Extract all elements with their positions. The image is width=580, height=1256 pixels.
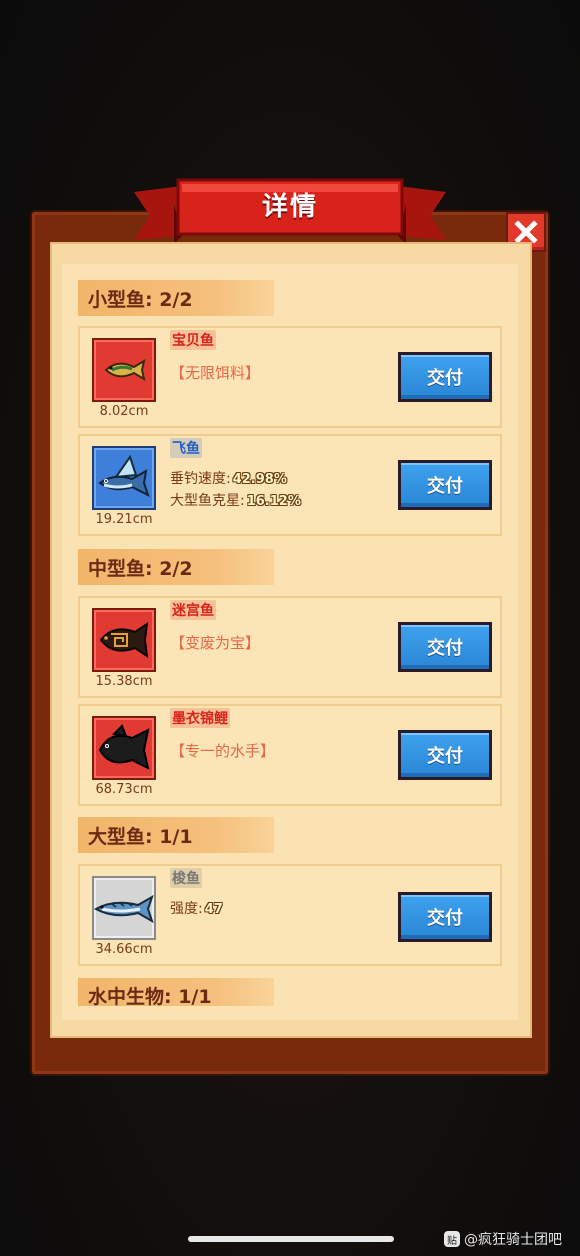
- tieba-icon: 贴: [444, 1231, 460, 1247]
- deliver-button[interactable]: 交付: [398, 730, 492, 780]
- black-carp-icon: [98, 724, 150, 770]
- fish-name: 梭鱼: [170, 868, 202, 888]
- golden-fish-icon: [104, 358, 146, 382]
- stat-value: 47: [204, 902, 223, 917]
- fish-thumbnail: [92, 716, 156, 780]
- stat-label: 垂钓速度:: [170, 471, 231, 487]
- dialog-title: 详情: [261, 191, 318, 222]
- fish-name: 飞鱼: [170, 438, 202, 458]
- fish-card: 15.38cm 迷宫鱼 【变废为宝】 交付: [78, 596, 502, 698]
- fish-card: 34.66cm 梭鱼 强度: 47 交付: [78, 864, 502, 966]
- barracuda-icon: [94, 894, 154, 923]
- watermark-text: @疯狂骑士团吧: [464, 1232, 562, 1248]
- stat-value: 42.98%: [232, 472, 287, 487]
- fish-trait: 【变废为宝】: [170, 634, 261, 652]
- fish-stat-line: 垂钓速度: 42.98%: [170, 468, 287, 488]
- section-header-large-fish: 大型鱼: 1/1: [78, 817, 274, 853]
- close-x-icon: [514, 220, 538, 244]
- fish-trait: 【无限饵料】: [170, 364, 261, 382]
- fish-card: 19.21cm 飞鱼 垂钓速度: 42.98% 大型鱼克星: 16.12% 交付: [78, 434, 502, 536]
- stat-value: 16.12%: [246, 494, 301, 509]
- fish-name: 宝贝鱼: [170, 330, 216, 350]
- fish-thumbnail: [92, 338, 156, 402]
- flying-fish-icon: [98, 454, 150, 497]
- section-header-water-creatures: 水中生物: 1/1: [78, 978, 274, 1008]
- fish-thumbnail: [92, 608, 156, 672]
- fish-card: 68.73cm 墨衣锦鲤 【专一的水手】 交付: [78, 704, 502, 806]
- section-header-medium-fish: 中型鱼: 2/2: [78, 549, 274, 585]
- home-indicator[interactable]: [188, 1236, 394, 1242]
- deliver-button[interactable]: 交付: [398, 352, 492, 402]
- section-header-small-fish: 小型鱼: 2/2: [78, 280, 274, 316]
- fish-size: 15.38cm: [95, 674, 153, 689]
- fish-size: 34.66cm: [95, 942, 153, 957]
- watermark: 贴 @疯狂骑士团吧: [444, 1228, 562, 1250]
- fish-name: 迷宫鱼: [170, 600, 216, 620]
- fish-size: 19.21cm: [95, 512, 153, 527]
- deliver-button[interactable]: 交付: [398, 892, 492, 942]
- deliver-button[interactable]: 交付: [398, 622, 492, 672]
- stat-label: 大型鱼克星:: [170, 493, 245, 509]
- fish-name: 墨衣锦鲤: [170, 708, 230, 728]
- fish-card: 8.02cm 宝贝鱼 【无限饵料】 交付: [78, 326, 502, 428]
- fish-stat-line: 强度: 47: [170, 898, 223, 918]
- fish-size: 8.02cm: [99, 404, 149, 419]
- fish-stat-line: 大型鱼克星: 16.12%: [170, 490, 301, 510]
- maze-fish-icon: [99, 621, 149, 659]
- stat-label: 强度:: [170, 901, 203, 917]
- fish-thumbnail: [92, 876, 156, 940]
- deliver-button[interactable]: 交付: [398, 460, 492, 510]
- fish-size: 68.73cm: [95, 782, 153, 797]
- fish-trait: 【专一的水手】: [170, 742, 276, 760]
- fish-thumbnail: [92, 446, 156, 510]
